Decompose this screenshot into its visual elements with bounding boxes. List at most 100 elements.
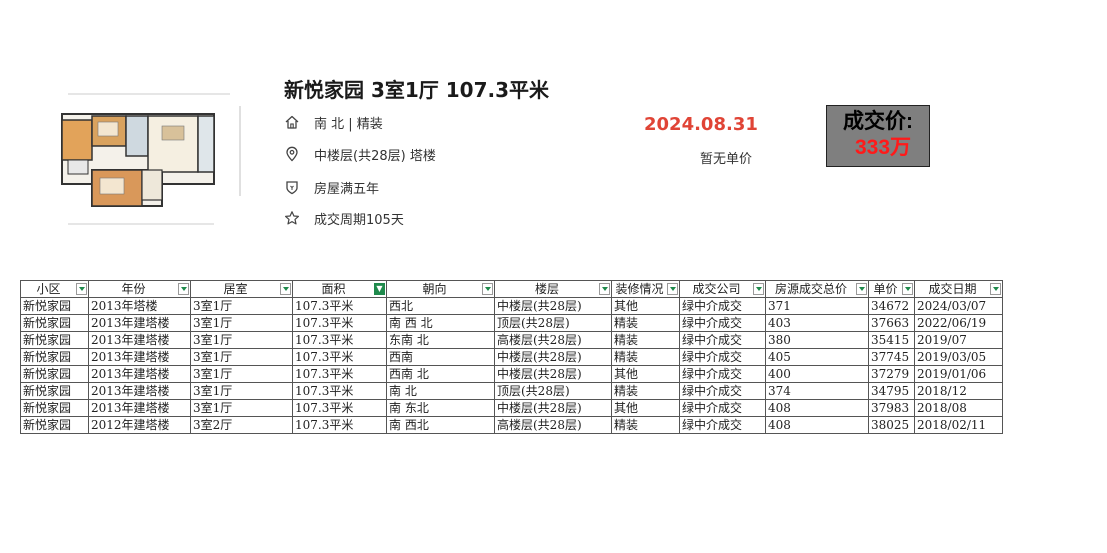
- filter-dropdown-button[interactable]: [667, 283, 678, 295]
- table-cell[interactable]: 2019/03/05: [914, 348, 1003, 366]
- table-cell[interactable]: 37663: [868, 314, 915, 332]
- table-cell[interactable]: 107.3平米: [292, 416, 387, 434]
- table-cell[interactable]: 3室1厅: [190, 365, 293, 383]
- table-cell[interactable]: 绿中介成交: [679, 348, 766, 366]
- table-cell[interactable]: 新悦家园: [20, 399, 89, 417]
- table-cell[interactable]: 380: [765, 331, 869, 349]
- table-cell[interactable]: 2013年建塔楼: [88, 399, 191, 417]
- table-cell[interactable]: 精装: [611, 314, 680, 332]
- table-cell[interactable]: 2013年建塔楼: [88, 314, 191, 332]
- table-cell[interactable]: 绿中介成交: [679, 297, 766, 315]
- filter-dropdown-button[interactable]: [599, 283, 610, 295]
- table-cell[interactable]: 精装: [611, 331, 680, 349]
- table-cell[interactable]: 37983: [868, 399, 915, 417]
- table-cell[interactable]: 东南 北: [386, 331, 495, 349]
- filter-dropdown-button[interactable]: [178, 283, 189, 295]
- table-cell[interactable]: 2012年建塔楼: [88, 416, 191, 434]
- table-cell[interactable]: 37745: [868, 348, 915, 366]
- table-cell[interactable]: 3室2厅: [190, 416, 293, 434]
- table-cell[interactable]: 精装: [611, 348, 680, 366]
- table-cell[interactable]: 其他: [611, 297, 680, 315]
- table-cell[interactable]: 2018/08: [914, 399, 1003, 417]
- table-cell[interactable]: 35415: [868, 331, 915, 349]
- table-cell[interactable]: 中楼层(共28层): [494, 365, 612, 383]
- table-cell[interactable]: 西北: [386, 297, 495, 315]
- table-cell[interactable]: 绿中介成交: [679, 382, 766, 400]
- table-row: 新悦家园 2013年建塔楼 3室1厅 107.3平米南 东北 中楼层(共28层) 其他 绿中…: [20, 399, 1003, 417]
- table-cell[interactable]: 2018/02/11: [914, 416, 1003, 434]
- table-cell[interactable]: 新悦家园: [20, 297, 89, 315]
- table-cell[interactable]: 374: [765, 382, 869, 400]
- filter-dropdown-button[interactable]: [902, 283, 913, 295]
- table-cell[interactable]: 400: [765, 365, 869, 383]
- table-cell[interactable]: 107.3平米: [292, 365, 387, 383]
- table-cell[interactable]: 其他: [611, 399, 680, 417]
- table-cell[interactable]: 2019/01/06: [914, 365, 1003, 383]
- table-cell[interactable]: 其他: [611, 365, 680, 383]
- table-cell[interactable]: 38025: [868, 416, 915, 434]
- table-cell[interactable]: 107.3平米: [292, 382, 387, 400]
- table-cell[interactable]: 西南 北: [386, 365, 495, 383]
- filter-dropdown-button[interactable]: [990, 283, 1001, 295]
- table-cell[interactable]: 2013年建塔楼: [88, 331, 191, 349]
- table-cell[interactable]: 新悦家园: [20, 348, 89, 366]
- table-cell[interactable]: 107.3平米: [292, 348, 387, 366]
- table-cell[interactable]: 107.3平米: [292, 297, 387, 315]
- table-cell[interactable]: 34672: [868, 297, 915, 315]
- table-cell[interactable]: 南 西北: [386, 416, 495, 434]
- table-cell[interactable]: 2013年建塔楼: [88, 382, 191, 400]
- table-cell[interactable]: 371: [765, 297, 869, 315]
- table-cell[interactable]: 37279: [868, 365, 915, 383]
- table-cell[interactable]: 2022/06/19: [914, 314, 1003, 332]
- table-cell[interactable]: 新悦家园: [20, 365, 89, 383]
- filter-dropdown-button[interactable]: [856, 283, 867, 295]
- table-cell[interactable]: 2019/07: [914, 331, 1003, 349]
- table-cell[interactable]: 3室1厅: [190, 382, 293, 400]
- table-cell[interactable]: 精装: [611, 382, 680, 400]
- table-cell[interactable]: 绿中介成交: [679, 399, 766, 417]
- table-cell[interactable]: 顶层(共28层): [494, 382, 612, 400]
- filter-dropdown-button[interactable]: [753, 283, 764, 295]
- table-cell[interactable]: 34795: [868, 382, 915, 400]
- table-cell[interactable]: 3室1厅: [190, 314, 293, 332]
- table-cell[interactable]: 2013年建塔楼: [88, 365, 191, 383]
- table-cell[interactable]: 中楼层(共28层): [494, 399, 612, 417]
- table-cell[interactable]: 107.3平米: [292, 399, 387, 417]
- table-cell[interactable]: 南 西 北: [386, 314, 495, 332]
- table-cell[interactable]: 新悦家园: [20, 382, 89, 400]
- table-cell[interactable]: 绿中介成交: [679, 365, 766, 383]
- table-cell[interactable]: 新悦家园: [20, 331, 89, 349]
- table-cell[interactable]: 408: [765, 399, 869, 417]
- table-cell[interactable]: 2018/12: [914, 382, 1003, 400]
- table-cell[interactable]: 405: [765, 348, 869, 366]
- table-cell[interactable]: 绿中介成交: [679, 314, 766, 332]
- table-cell[interactable]: 3室1厅: [190, 348, 293, 366]
- table-cell[interactable]: 403: [765, 314, 869, 332]
- table-cell[interactable]: 西南: [386, 348, 495, 366]
- table-cell[interactable]: 新悦家园: [20, 416, 89, 434]
- table-cell[interactable]: 107.3平米: [292, 331, 387, 349]
- table-cell[interactable]: 南 东北: [386, 399, 495, 417]
- filter-active-button[interactable]: ▼: [374, 283, 385, 295]
- table-cell[interactable]: 3室1厅: [190, 297, 293, 315]
- table-cell[interactable]: 3室1厅: [190, 331, 293, 349]
- table-cell[interactable]: 2013年塔楼: [88, 297, 191, 315]
- filter-dropdown-button[interactable]: [76, 283, 87, 295]
- table-cell[interactable]: 408: [765, 416, 869, 434]
- table-cell[interactable]: 2013年建塔楼: [88, 348, 191, 366]
- table-cell[interactable]: 高楼层(共28层): [494, 331, 612, 349]
- table-cell[interactable]: 新悦家园: [20, 314, 89, 332]
- table-cell[interactable]: 107.3平米: [292, 314, 387, 332]
- table-cell[interactable]: 2024/03/07: [914, 297, 1003, 315]
- table-cell[interactable]: 中楼层(共28层): [494, 297, 612, 315]
- table-cell[interactable]: 顶层(共28层): [494, 314, 612, 332]
- table-cell[interactable]: 南 北: [386, 382, 495, 400]
- filter-dropdown-button[interactable]: [482, 283, 493, 295]
- table-cell[interactable]: 精装: [611, 416, 680, 434]
- filter-dropdown-button[interactable]: [280, 283, 291, 295]
- table-cell[interactable]: 高楼层(共28层): [494, 416, 612, 434]
- table-cell[interactable]: 绿中介成交: [679, 416, 766, 434]
- table-cell[interactable]: 3室1厅: [190, 399, 293, 417]
- table-cell[interactable]: 中楼层(共28层): [494, 348, 612, 366]
- table-cell[interactable]: 绿中介成交: [679, 331, 766, 349]
